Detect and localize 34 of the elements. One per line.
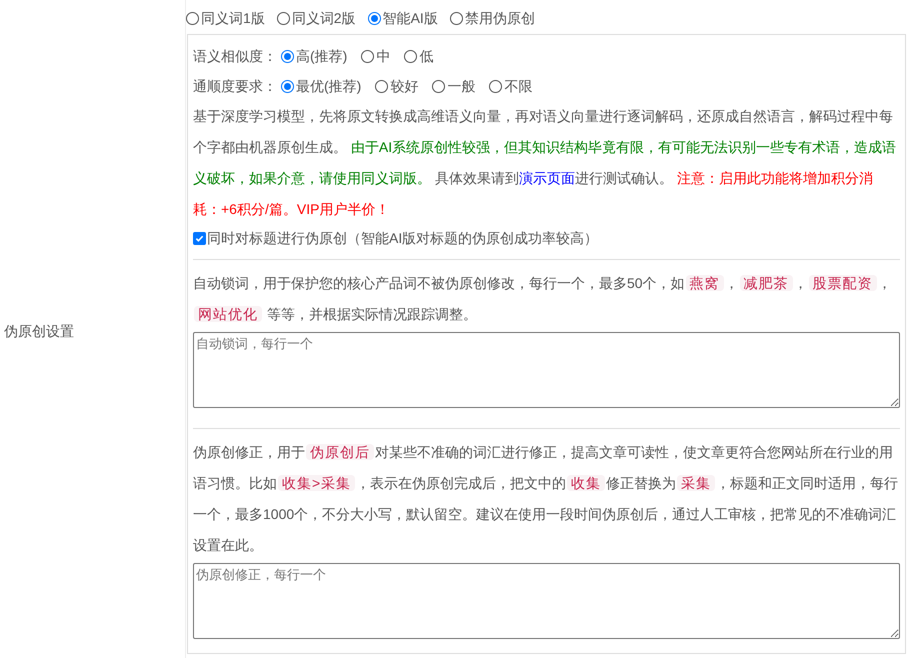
checkbox[interactable] bbox=[193, 232, 206, 244]
check-icon bbox=[195, 234, 204, 242]
ai-description-text: 基于深度学习模型，先将原文转换成高维语义向量，再对语义向量进行逐词解码，还原成自然语言，解码过程中每个字都由机器原创生成。 由于AI系统原创性较强，但其知识结构毕竟有限，有可能无法识别一些专有术语，造成语义破坏，如果介意，请使用同义词版。 具体效果请到演示页面进行测试确认。 注意：启用此功能将增加积分消耗：+6积分/篇。VIP用户半价！ bbox=[193, 107, 898, 219]
lock-words-field[interactable]: 自动锁词，每行一个 bbox=[193, 332, 900, 408]
checkbox-label: 同时对标题进行伪原创（智能AI版对标题的伪原创成功率较高） bbox=[207, 228, 598, 248]
lock-description-text: 自动锁词，用于保护您的核心产品词不被伪原创修改，每行一个，最多50个，如 燕窝 ， 减肥茶 ， 股票配资 ， 网站优化 等等，并根据实际情况跟踪调整。 bbox=[193, 274, 893, 324]
radio-button[interactable] bbox=[361, 50, 374, 62]
radio-button[interactable] bbox=[450, 12, 463, 24]
radio-label: 低 bbox=[419, 46, 434, 66]
radio-button[interactable] bbox=[281, 80, 294, 92]
radio-button[interactable] bbox=[281, 50, 294, 62]
correction-description-text: 伪原创修正，用于 伪原创后 对某些不准确的词汇进行修正，提高文章可读性，使文章更符合您网站所在行业的用语习惯。比如 收集>采集 ，表示在伪原创完成后，把文中的 收集 修正替换为 采集 ，标题和正文同时适用，每行一个，最多1000个，不分大小写，默认留空。建议在使用一段时间伪原创后，通过人工审核，把常见的不准确词汇设置在此。 bbox=[193, 443, 900, 555]
radio-label: 同义词1版 bbox=[201, 8, 265, 28]
radio-label: 较好 bbox=[390, 76, 418, 96]
radio-button[interactable] bbox=[186, 12, 199, 24]
radio-button[interactable] bbox=[276, 12, 290, 24]
radio-label: 禁用伪原创 bbox=[464, 8, 535, 28]
radio-button[interactable] bbox=[368, 12, 381, 24]
radio-label: 同义词2版 bbox=[292, 8, 356, 28]
radio-label: 中 bbox=[376, 46, 390, 66]
radio-button[interactable] bbox=[432, 80, 446, 92]
section-label: 伪原创设置 bbox=[4, 322, 74, 340]
radio-label: 智能AI版 bbox=[382, 8, 438, 28]
option-label: 语义相似度： bbox=[193, 46, 277, 66]
option-label: 通顺度要求： bbox=[193, 76, 277, 96]
radio-button[interactable] bbox=[489, 80, 502, 92]
radio-button[interactable] bbox=[404, 50, 418, 62]
demo-link[interactable]: 演示页面 bbox=[518, 170, 575, 186]
radio-button[interactable] bbox=[375, 80, 388, 92]
radio-label: 最优(推荐) bbox=[296, 76, 362, 96]
correction-field[interactable]: 伪原创修正，每行一个 bbox=[193, 563, 900, 639]
radio-label: 高(推荐) bbox=[296, 46, 348, 66]
radio-label: 一般 bbox=[447, 76, 476, 96]
radio-label: 不限 bbox=[504, 76, 532, 96]
